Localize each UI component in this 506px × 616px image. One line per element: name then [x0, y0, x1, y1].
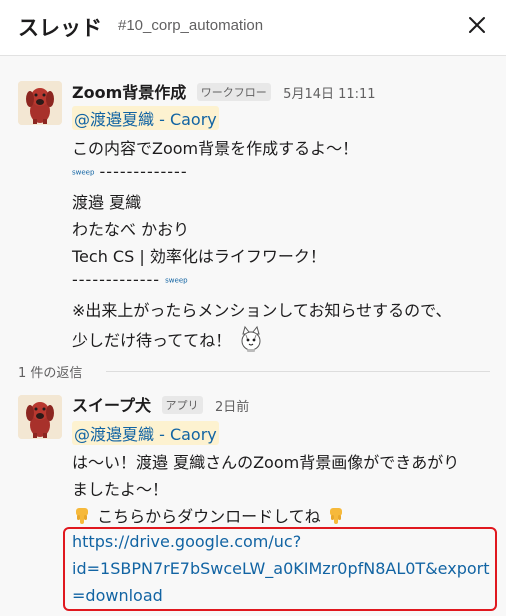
download-link[interactable]: https://drive.google.com/uc?	[72, 532, 301, 551]
cat-sticker-icon	[238, 325, 264, 353]
close-icon[interactable]	[464, 12, 490, 38]
download-link[interactable]: id=1SBPN7rE7bSwceLW_a0KIMzr0pfN8AL0T&exp…	[72, 559, 490, 578]
user-mention[interactable]: @渡邉夏織 - Caory	[72, 106, 219, 130]
message-line: ましたよ〜！	[72, 480, 169, 499]
sweep-emoji: sweep	[165, 276, 188, 285]
user-mention[interactable]: @渡邉夏織 - Caory	[72, 421, 219, 445]
dog-avatar-icon[interactable]	[18, 395, 62, 439]
divider-line: sweep -------------	[72, 162, 188, 181]
download-link[interactable]: =download	[72, 586, 163, 605]
dashes: -------------	[99, 162, 188, 181]
message-line: ※出来上がったらメンションしてお知らせするので、	[72, 301, 452, 320]
timestamp[interactable]: 5月14日 11:11	[283, 87, 375, 102]
message-line: Tech CS | 効率化はライフワーク！	[72, 247, 326, 266]
message-line: 渡邉 夏織	[72, 193, 142, 212]
message-line-with-emoji: こちらからダウンロードしてね	[72, 503, 346, 527]
message-line-with-sticker: 少しだけ待っててね！	[72, 325, 264, 353]
pointing-down-icon	[72, 506, 92, 526]
timestamp[interactable]: 2日前	[215, 400, 249, 415]
message-header: Zoom背景作成 ワークフロー 5月14日 11:11	[72, 79, 376, 103]
message-line: この内容でZoom背景を作成するよ〜！	[72, 139, 359, 158]
author-name[interactable]: スイープ犬	[72, 396, 151, 415]
app-badge: アプリ	[161, 396, 203, 414]
dog-avatar-icon[interactable]	[18, 81, 62, 125]
author-name[interactable]: Zoom背景作成	[72, 83, 186, 102]
message-header: スイープ犬 アプリ 2日前	[72, 392, 249, 416]
reply-count: 1 件の返信	[18, 366, 83, 381]
replies-divider	[106, 371, 490, 372]
divider-line: ------------- sweep	[72, 270, 188, 289]
message-text: 少しだけ待っててね！	[72, 331, 232, 350]
dashes: -------------	[72, 270, 161, 289]
pointing-down-icon	[326, 506, 346, 526]
message-text: こちらからダウンロードしてね	[97, 507, 321, 526]
thread-content: Zoom背景作成 ワークフロー 5月14日 11:11 @渡邉夏織 - Caor…	[0, 57, 506, 616]
thread-header: スレッド #10_corp_automation	[0, 0, 506, 56]
sweep-emoji: sweep	[72, 168, 95, 177]
workflow-badge: ワークフロー	[196, 83, 271, 101]
message-line: は〜い！渡邉 夏織さんのZoom背景画像ができあがり	[72, 453, 460, 472]
thread-title: スレッド	[18, 16, 102, 40]
message-line: わたなべ かおり	[72, 220, 190, 239]
channel-name[interactable]: #10_corp_automation	[118, 17, 263, 34]
